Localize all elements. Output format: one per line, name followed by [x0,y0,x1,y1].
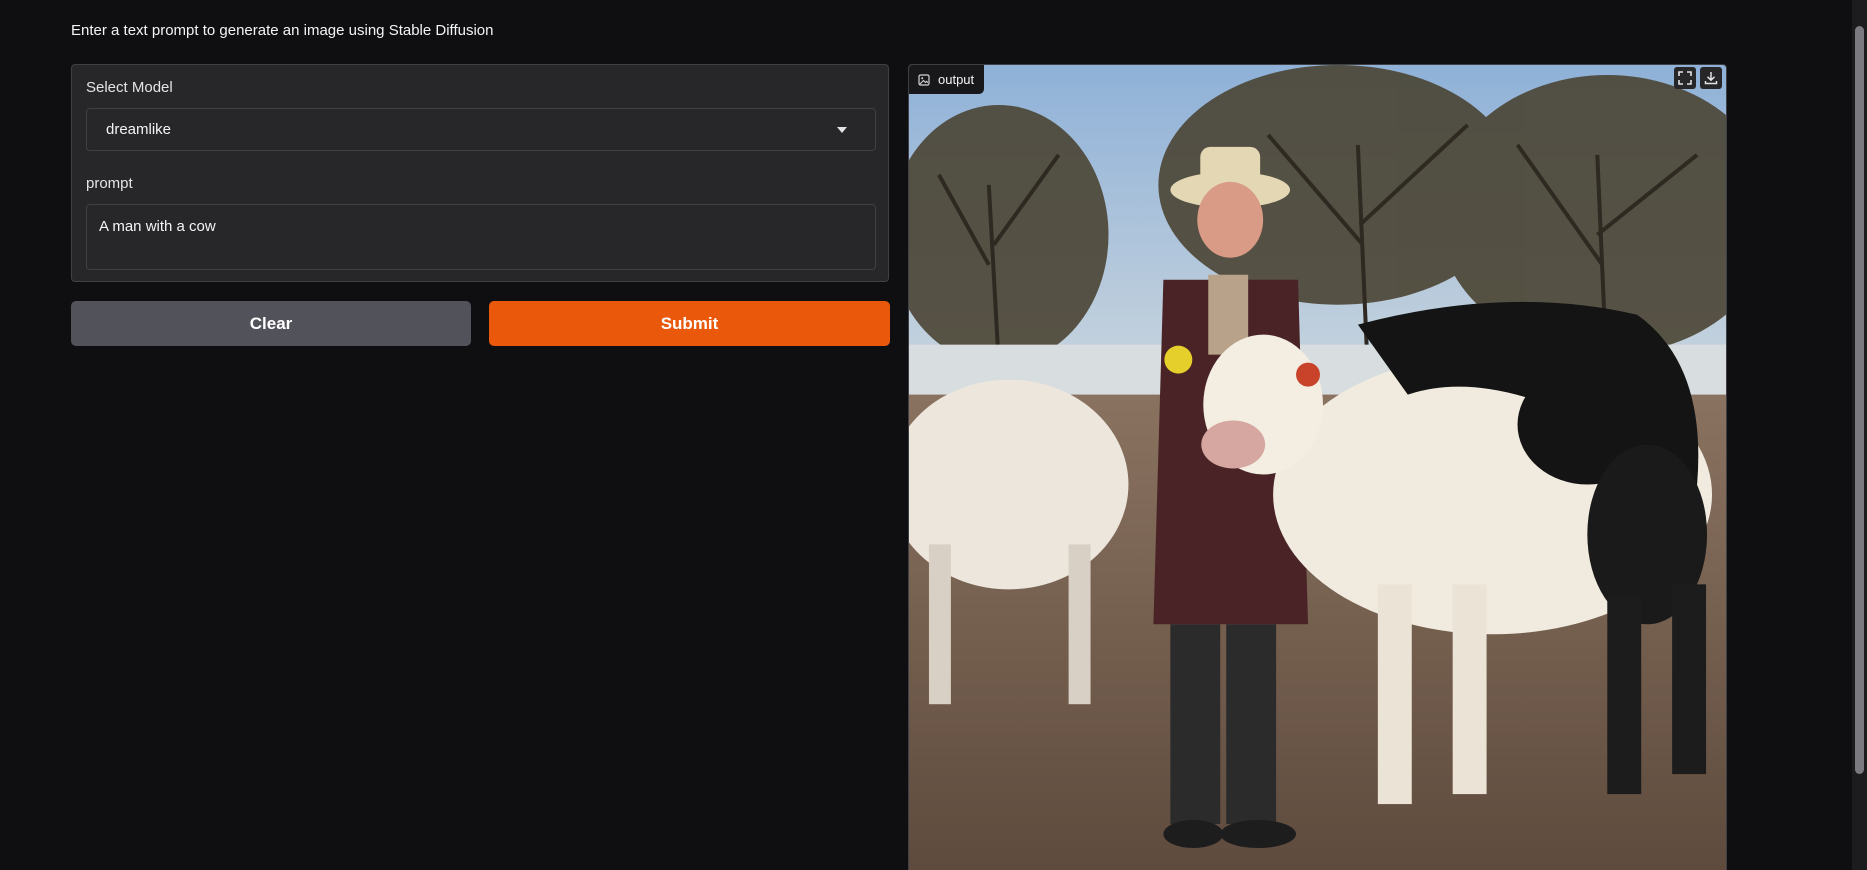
app-root: Enter a text prompt to generate an image… [0,0,1867,870]
output-label-tag: output [909,65,985,94]
download-button[interactable] [1700,67,1722,89]
prompt-label: prompt [86,175,133,192]
submit-button[interactable]: Submit [489,301,890,346]
clear-button[interactable]: Clear [71,301,471,346]
fullscreen-icon [1678,71,1692,85]
input-panel: Select Model dreamlike prompt A man with… [71,64,889,282]
model-dropdown-value: dreamlike [106,121,172,138]
output-label: output [938,72,975,87]
generated-image [909,65,1726,870]
model-label: Select Model [86,79,173,96]
model-dropdown[interactable]: dreamlike [86,108,876,151]
fullscreen-button[interactable] [1674,67,1696,89]
image-icon [918,73,930,86]
prompt-input-value: A man with a cow [99,218,216,235]
prompt-input[interactable]: A man with a cow [86,204,876,270]
page-scrollbar[interactable] [1852,0,1867,870]
chevron-down-icon [837,127,847,133]
scrollbar-thumb[interactable] [1855,26,1864,774]
download-icon [1704,72,1718,85]
app-description: Enter a text prompt to generate an image… [71,22,494,39]
output-image-panel: output [908,64,1727,870]
